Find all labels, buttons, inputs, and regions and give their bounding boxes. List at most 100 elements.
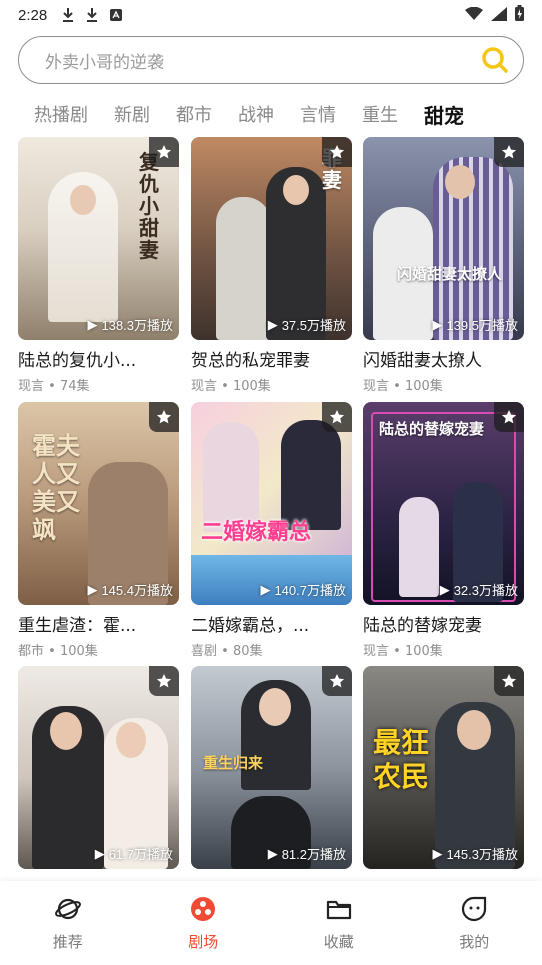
favorite-star-icon[interactable]	[149, 402, 179, 432]
play-count: ▶ 32.3万播放	[439, 581, 518, 599]
play-icon: ▶	[87, 581, 98, 597]
search-input[interactable]: 外卖小哥的逆袭	[18, 36, 524, 84]
drama-card[interactable]: 重生归来 ▶ 81.2万播放	[191, 666, 352, 869]
poster-art-title: 二婚嫁霸总	[201, 519, 312, 545]
drama-card[interactable]: 最狂农民 ▶ 145.3万播放	[363, 666, 524, 869]
nav-recommend[interactable]: 推荐	[23, 895, 113, 952]
drama-title: 陆总的替嫁宠妻	[363, 616, 482, 636]
drama-card[interactable]: 二婚嫁霸总 ▶ 140.7万播放 二婚嫁霸总，... 喜剧 • 80集	[191, 402, 352, 659]
drama-title: 陆总的复仇小...	[18, 351, 137, 371]
status-time: 2:28	[18, 6, 48, 24]
poster-art-title: 复仇小甜妻	[139, 151, 159, 262]
bottom-nav: 推荐 剧场 收藏 我的	[0, 881, 542, 965]
play-icon: ▶	[432, 845, 443, 861]
tab-romance[interactable]: 言情	[300, 101, 336, 127]
play-icon: ▶	[439, 581, 450, 597]
drama-meta: 现言 • 100集	[363, 379, 443, 394]
poster-art-title: 霍夫人又美又飒	[32, 431, 80, 544]
play-icon: ▶	[432, 316, 443, 332]
play-icon: ▶	[94, 845, 105, 861]
drama-poster[interactable]: 二婚嫁霸总 ▶ 140.7万播放	[191, 402, 352, 605]
favorite-star-icon[interactable]	[149, 137, 179, 167]
play-count: ▶ 37.5万播放	[267, 316, 346, 334]
nav-label: 推荐	[52, 932, 83, 951]
tab-hot[interactable]: 热播剧	[34, 101, 88, 127]
poster-figure	[399, 497, 439, 597]
drama-meta: 都市 • 100集	[18, 644, 98, 659]
search-placeholder: 外卖小哥的逆袭	[45, 52, 164, 73]
play-count: ▶ 61.7万播放	[94, 845, 173, 863]
category-tabs: 热播剧 新剧 都市 战神 言情 重生 甜宠	[0, 96, 542, 132]
drama-poster[interactable]: ▶ 61.7万播放	[18, 666, 179, 869]
nav-theater[interactable]: 剧场	[158, 895, 248, 952]
favorite-star-icon[interactable]	[322, 137, 352, 167]
poster-figure-head	[50, 712, 82, 750]
drama-title: 闪婚甜妻太撩人	[363, 351, 482, 371]
play-count: ▶ 145.4万播放	[87, 581, 173, 599]
profile-icon	[460, 895, 488, 923]
play-icon: ▶	[267, 845, 278, 861]
drama-meta: 喜剧 • 80集	[191, 644, 263, 659]
favorite-star-icon[interactable]	[494, 666, 524, 696]
poster-art-title: 闪婚甜妻太撩人	[397, 265, 503, 283]
favorite-star-icon[interactable]	[322, 666, 352, 696]
battery-icon	[515, 5, 524, 25]
favorite-star-icon[interactable]	[149, 666, 179, 696]
poster-figure-head	[283, 175, 309, 205]
tab-urban[interactable]: 都市	[176, 101, 212, 127]
status-bar: 2:28	[0, 0, 542, 30]
nav-profile[interactable]: 我的	[429, 895, 519, 952]
drama-card[interactable]: 复仇小甜妻 ▶138.3万播放 陆总的复仇小... 现言 • 74集	[18, 137, 179, 394]
nav-favorites[interactable]: 收藏	[294, 895, 384, 952]
nav-label: 收藏	[323, 932, 354, 951]
drama-poster[interactable]: 陆总的替嫁宠妻 ▶ 32.3万播放	[363, 402, 524, 605]
poster-art-title: 最狂农民	[373, 726, 430, 793]
drama-card[interactable]: 霍夫人又美又飒 ▶ 145.4万播放 重生虐渣：霍... 都市 • 100集	[18, 402, 179, 659]
play-count: ▶ 145.3万播放	[432, 845, 518, 863]
drama-poster[interactable]: 复仇小甜妻 ▶138.3万播放	[18, 137, 179, 340]
tab-war-god[interactable]: 战神	[238, 101, 274, 127]
poster-figure-head	[445, 165, 475, 199]
tab-rebirth[interactable]: 重生	[362, 101, 398, 127]
drama-poster[interactable]: 罪妻 ▶37.5万播放	[191, 137, 352, 340]
app-notification-icon	[109, 7, 123, 23]
download-icon	[61, 7, 75, 23]
favorite-star-icon[interactable]	[322, 402, 352, 432]
planet-icon	[54, 895, 82, 923]
tab-new[interactable]: 新剧	[114, 101, 150, 127]
drama-card[interactable]: 罪妻 ▶37.5万播放 贺总的私宠罪妻 现言 • 100集	[191, 137, 352, 394]
drama-poster[interactable]: 闪婚甜妻太撩人 ▶ 139.5万播放	[363, 137, 524, 340]
signal-icon	[491, 6, 507, 25]
favorite-star-icon[interactable]	[494, 137, 524, 167]
poster-figure-head	[457, 710, 491, 750]
play-icon: ▶	[87, 316, 98, 332]
play-count: ▶ 139.5万播放	[432, 316, 518, 334]
drama-meta: 现言 • 100集	[191, 379, 271, 394]
nav-label: 剧场	[188, 932, 219, 951]
drama-card[interactable]: 闪婚甜妻太撩人 ▶ 139.5万播放 闪婚甜妻太撩人 现言 • 100集	[363, 137, 524, 394]
theater-icon	[189, 895, 217, 923]
poster-figure-head-2	[116, 722, 146, 758]
search-icon[interactable]	[481, 46, 509, 74]
drama-poster[interactable]: 最狂农民 ▶ 145.3万播放	[363, 666, 524, 869]
play-count: ▶ 140.7万播放	[260, 581, 346, 599]
drama-meta: 现言 • 74集	[18, 379, 90, 394]
poster-figure-head	[70, 185, 96, 215]
play-count: ▶ 81.2万播放	[267, 845, 346, 863]
poster-figure	[216, 197, 271, 340]
drama-title: 重生虐渣：霍...	[18, 616, 137, 636]
drama-title: 二婚嫁霸总，...	[191, 616, 310, 636]
favorite-star-icon[interactable]	[494, 402, 524, 432]
download-icon-2	[85, 7, 99, 23]
play-icon: ▶	[267, 316, 278, 332]
drama-meta: 现言 • 100集	[363, 644, 443, 659]
drama-card[interactable]: ▶ 61.7万播放	[18, 666, 179, 869]
drama-card[interactable]: 陆总的替嫁宠妻 ▶ 32.3万播放 陆总的替嫁宠妻 现言 • 100集	[363, 402, 524, 659]
drama-poster[interactable]: 重生归来 ▶ 81.2万播放	[191, 666, 352, 869]
folder-icon	[325, 895, 353, 923]
drama-poster[interactable]: 霍夫人又美又飒 ▶ 145.4万播放	[18, 402, 179, 605]
poster-art-title: 陆总的替嫁宠妻	[379, 420, 485, 438]
play-count: ▶ 138.3万播放	[87, 316, 173, 334]
tab-sweet-love[interactable]: 甜宠	[424, 100, 464, 129]
drama-title: 贺总的私宠罪妻	[191, 351, 310, 371]
